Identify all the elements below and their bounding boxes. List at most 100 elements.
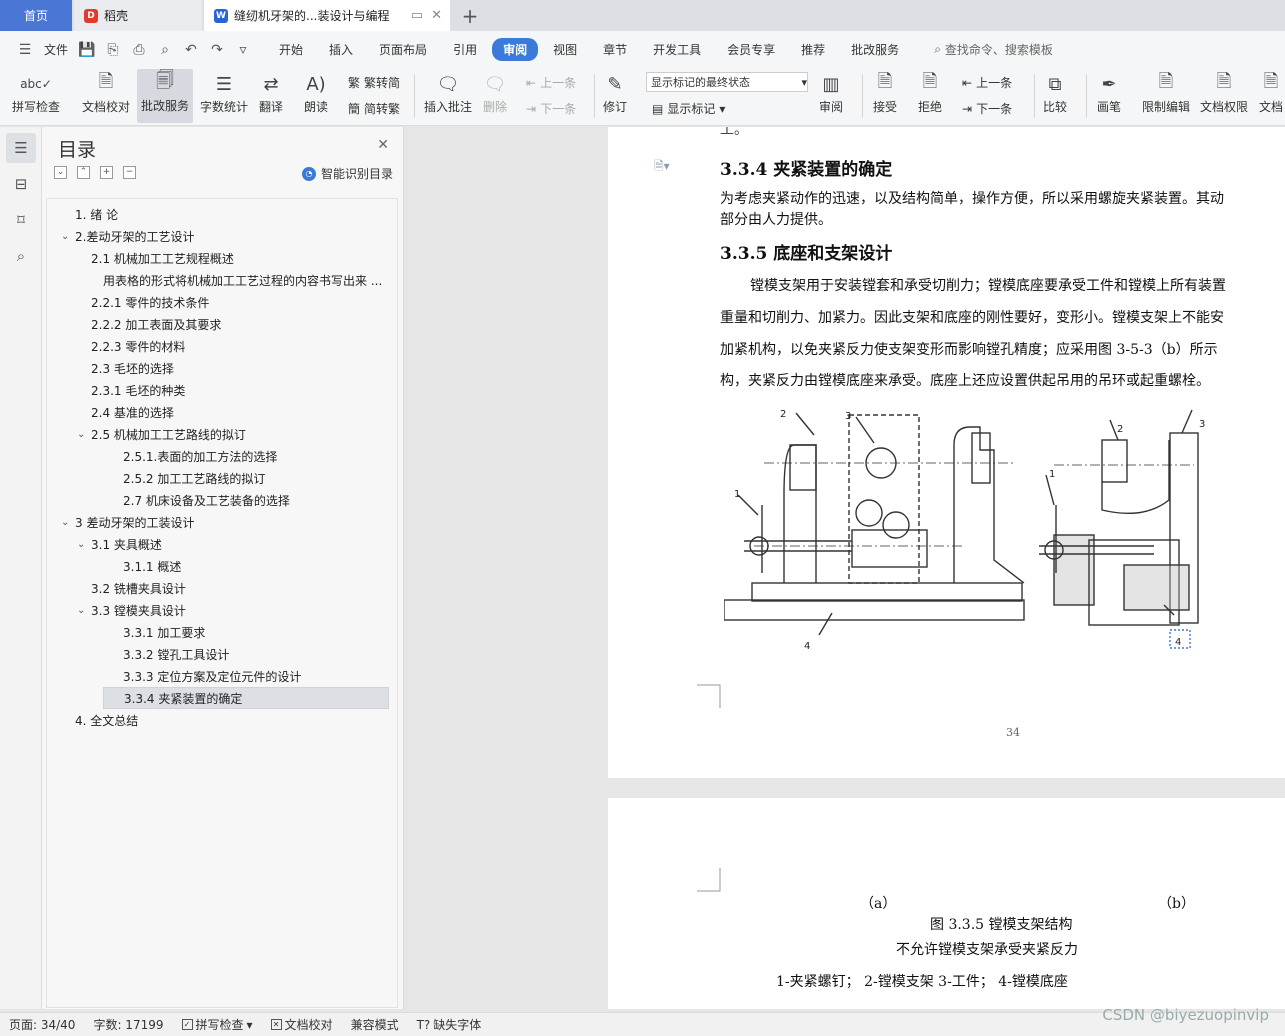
menu-tab[interactable]: 审阅 [492, 38, 539, 61]
toc-item[interactable]: 用表格的形式将机械加工工艺过程的内容书写出来 ... [103, 269, 382, 291]
toc-item[interactable]: 3.3.1 加工要求 [123, 621, 205, 643]
tab-home[interactable]: 首页 [0, 0, 72, 31]
missing-font-button[interactable]: T? 缺失字体 [408, 1016, 491, 1033]
chevron-down-icon[interactable]: ⌄ [77, 539, 91, 550]
toc-item[interactable]: 2.3 毛坯的选择 [91, 357, 174, 379]
menu-tab[interactable]: 视图 [542, 38, 588, 61]
chapter-nav-icon[interactable]: ⊟ [6, 169, 36, 199]
print-preview-icon[interactable]: ⌕ [154, 39, 176, 61]
prev-comment-button[interactable]: ⇤ 上一条 [526, 74, 576, 91]
menu-tab[interactable]: 批改服务 [840, 38, 910, 61]
collapse-all-icon[interactable]: − [123, 166, 136, 179]
toc-item[interactable]: ⌄ 2.5 机械加工工艺路线的拟订 [77, 423, 246, 445]
word-count-button[interactable]: ☰ 字数统计 [200, 70, 248, 115]
paragraph-format-icon[interactable]: 🗎▾ [654, 157, 670, 178]
chevron-down-icon[interactable]: ⌄ [61, 517, 75, 528]
bookmark-icon[interactable]: ⌑ [6, 205, 36, 235]
correction-service-button[interactable]: 🗐 批改服务 [137, 69, 193, 123]
page-indicator[interactable]: 页面: 34/40 [0, 1016, 84, 1033]
quick-access-dropdown-icon[interactable]: ▿ [232, 39, 254, 61]
insert-comment-button[interactable]: 🗨 插入批注 [424, 70, 472, 115]
new-tab-button[interactable]: + [458, 4, 482, 28]
toc-item[interactable]: 2.7 机床设备及工艺装备的选择 [123, 489, 290, 511]
export-pdf-icon[interactable]: ⎘ [102, 39, 124, 61]
prev-change-button[interactable]: ⇤ 上一条 [962, 74, 1012, 91]
toc-item[interactable]: 2.5.2 加工工艺路线的拟订 [123, 467, 265, 489]
status-spell-check[interactable]: ✓ 拼写检查 ▾ [173, 1016, 262, 1033]
find-icon[interactable]: ⌕ [6, 241, 36, 271]
expand-all-icon[interactable]: + [100, 166, 113, 179]
track-changes-button[interactable]: ✎ 修订 [602, 70, 628, 115]
toc-item[interactable]: 1. 绪 论 [75, 203, 118, 225]
pen-button[interactable]: ✒ 画笔 [1096, 70, 1122, 115]
chevron-down-icon[interactable]: ⌄ [77, 605, 91, 616]
doc-proofread-button[interactable]: 🗎 文档校对 [82, 70, 130, 115]
read-aloud-button[interactable]: A) 朗读 [303, 70, 329, 115]
markup-state-select[interactable]: 显示标记的最终状态 ▾ [646, 72, 808, 92]
restrict-edit-button[interactable]: 🗎 限制编辑 [1142, 70, 1190, 115]
menu-tab[interactable]: 开发工具 [642, 38, 712, 61]
toc-item-label: 用表格的形式将机械加工工艺过程的内容书写出来 ... [103, 273, 383, 288]
command-search[interactable]: ⌕ 查找命令、搜索模板 [934, 41, 1053, 58]
delete-comment-button[interactable]: 🗨 删除 [482, 70, 508, 115]
expand-level-icon[interactable]: ⌃ [77, 166, 90, 179]
trad-to-simp-button[interactable]: 繁繁转简 [348, 74, 400, 91]
next-comment-button[interactable]: ⇥ 下一条 [526, 100, 576, 117]
toc-item[interactable]: 2.2.2 加工表面及其要求 [91, 313, 221, 335]
chevron-down-icon[interactable]: ⌄ [61, 231, 75, 242]
redo-icon[interactable]: ↷ [206, 39, 228, 61]
tab-document[interactable]: W 缝纫机牙架的...装设计与编程 ▭ ✕ [204, 0, 450, 31]
toc-item[interactable]: 2.1 机械加工工艺规程概述 [91, 247, 234, 269]
menu-tab[interactable]: 章节 [592, 38, 638, 61]
toc-item[interactable]: 3.1.1 概述 [123, 555, 181, 577]
toc-item[interactable]: 2.2.1 零件的技术条件 [91, 291, 209, 313]
toc-item[interactable]: 3.3.4 夹紧装置的确定 [103, 687, 389, 709]
doc-permission-button[interactable]: 🗎 文档权限 [1200, 70, 1248, 115]
menu-tab[interactable]: 开始 [268, 38, 314, 61]
toc-item[interactable]: 3.3.2 镗孔工具设计 [123, 643, 229, 665]
simp-to-trad-button[interactable]: 簡简转繁 [348, 100, 400, 117]
save-icon[interactable]: 💾 [76, 39, 98, 61]
reject-button[interactable]: 🗎 拒绝 [917, 70, 943, 115]
toc-item[interactable]: ⌄ 3 差动牙架的工装设计 [61, 511, 194, 533]
window-mode-icon[interactable]: ▭ [411, 8, 423, 23]
toc-item[interactable]: 3.3.3 定位方案及定位元件的设计 [123, 665, 301, 687]
toc-item-label: 2.4 基准的选择 [91, 405, 174, 420]
toc-item[interactable]: 4. 全文总结 [75, 709, 138, 731]
toc-item[interactable]: ⌄ 2.差动牙架的工艺设计 [61, 225, 194, 247]
toc-item[interactable]: ⌄ 3.3 镗模夹具设计 [77, 599, 186, 621]
status-proofread[interactable]: ✕ 文档校对 [262, 1016, 342, 1033]
toc-item[interactable]: 2.3.1 毛坯的种类 [91, 379, 185, 401]
compare-button[interactable]: ⧉ 比较 [1042, 70, 1068, 115]
menu-tab[interactable]: 插入 [318, 38, 364, 61]
toc-item[interactable]: 2.5.1.表面的加工方法的选择 [123, 445, 277, 467]
close-icon[interactable]: ✕ [377, 137, 389, 153]
smart-toc-button[interactable]: ◔ 智能识别目录 [301, 165, 393, 182]
hamburger-menu-icon[interactable]: ☰ [14, 39, 36, 61]
menu-tab[interactable]: 推荐 [790, 38, 836, 61]
undo-icon[interactable]: ↶ [180, 39, 202, 61]
menu-tab[interactable]: 引用 [442, 38, 488, 61]
collapse-level-icon[interactable]: ⌄ [54, 166, 67, 179]
tab-daoke[interactable]: D 稻壳 [74, 0, 202, 31]
close-tab-icon[interactable]: ✕ [431, 8, 442, 23]
show-markup-button[interactable]: ▤ 显示标记 ▾ [652, 100, 725, 117]
next-change-button[interactable]: ⇥ 下一条 [962, 100, 1012, 117]
toc-item[interactable]: 2.2.3 零件的材料 [91, 335, 185, 357]
spell-check-button[interactable]: abc✓ 拼写检查 [12, 70, 60, 115]
review-pane-button[interactable]: ▥ 审阅 [818, 70, 844, 115]
toc-panel-icon[interactable]: ☰ [6, 133, 36, 163]
menu-tab[interactable]: 会员专享 [716, 38, 786, 61]
chevron-down-icon[interactable]: ⌄ [77, 429, 91, 440]
toc-item[interactable]: 3.2 铣槽夹具设计 [91, 577, 186, 599]
translate-button[interactable]: ⇄ 翻译 [258, 70, 284, 115]
doc-more-button[interactable]: 🗎 文档 [1258, 70, 1284, 115]
file-menu[interactable]: 文件 [40, 39, 72, 60]
toc-item[interactable]: ⌄ 3.1 夹具概述 [77, 533, 162, 555]
print-icon[interactable]: ⎙ [128, 39, 150, 61]
toc-item[interactable]: 2.4 基准的选择 [91, 401, 174, 423]
accept-button[interactable]: 🗎 接受 [872, 70, 898, 115]
word-count-indicator[interactable]: 字数: 17199 [84, 1016, 172, 1033]
menu-tab[interactable]: 页面布局 [368, 38, 438, 61]
spell-check-icon: ✓ [181, 1019, 193, 1030]
